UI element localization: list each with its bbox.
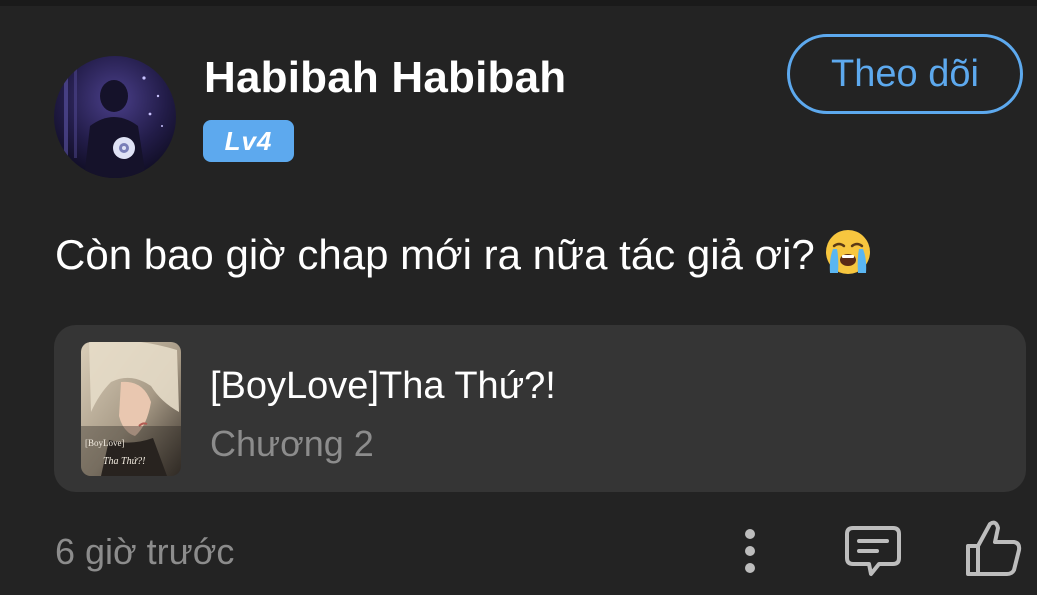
cover-caption-line2: Tha Thứ?!: [103, 456, 145, 467]
comment-text: Còn bao giờ chap mới ra nữa tác giả ơi?: [55, 231, 815, 278]
comment-reply-icon[interactable]: [843, 520, 903, 580]
thumbs-up-icon[interactable]: [962, 516, 1024, 580]
story-card[interactable]: [BoyLove] Tha Thứ?! [BoyLove]Tha Thứ?! C…: [54, 325, 1026, 492]
follow-button[interactable]: Theo dõi: [787, 34, 1023, 114]
comment-timestamp: 6 giờ trước: [55, 531, 235, 572]
story-chapter: Chương 2: [210, 423, 374, 464]
author-name[interactable]: Habibah Habibah: [204, 52, 566, 104]
cover-caption-line1: [BoyLove]: [85, 438, 125, 448]
loudly-crying-face-icon: [823, 227, 873, 277]
story-title: [BoyLove]Tha Thứ?!: [210, 365, 556, 407]
story-cover: [BoyLove] Tha Thứ?!: [81, 342, 181, 476]
more-vertical-icon[interactable]: [732, 525, 768, 577]
comment-body: Còn bao giờ chap mới ra nữa tác giả ơi?: [55, 226, 873, 284]
avatar-image: [54, 56, 176, 178]
user-avatar[interactable]: [54, 56, 176, 178]
top-divider: [0, 0, 1037, 6]
level-badge: Lv4: [203, 120, 294, 162]
